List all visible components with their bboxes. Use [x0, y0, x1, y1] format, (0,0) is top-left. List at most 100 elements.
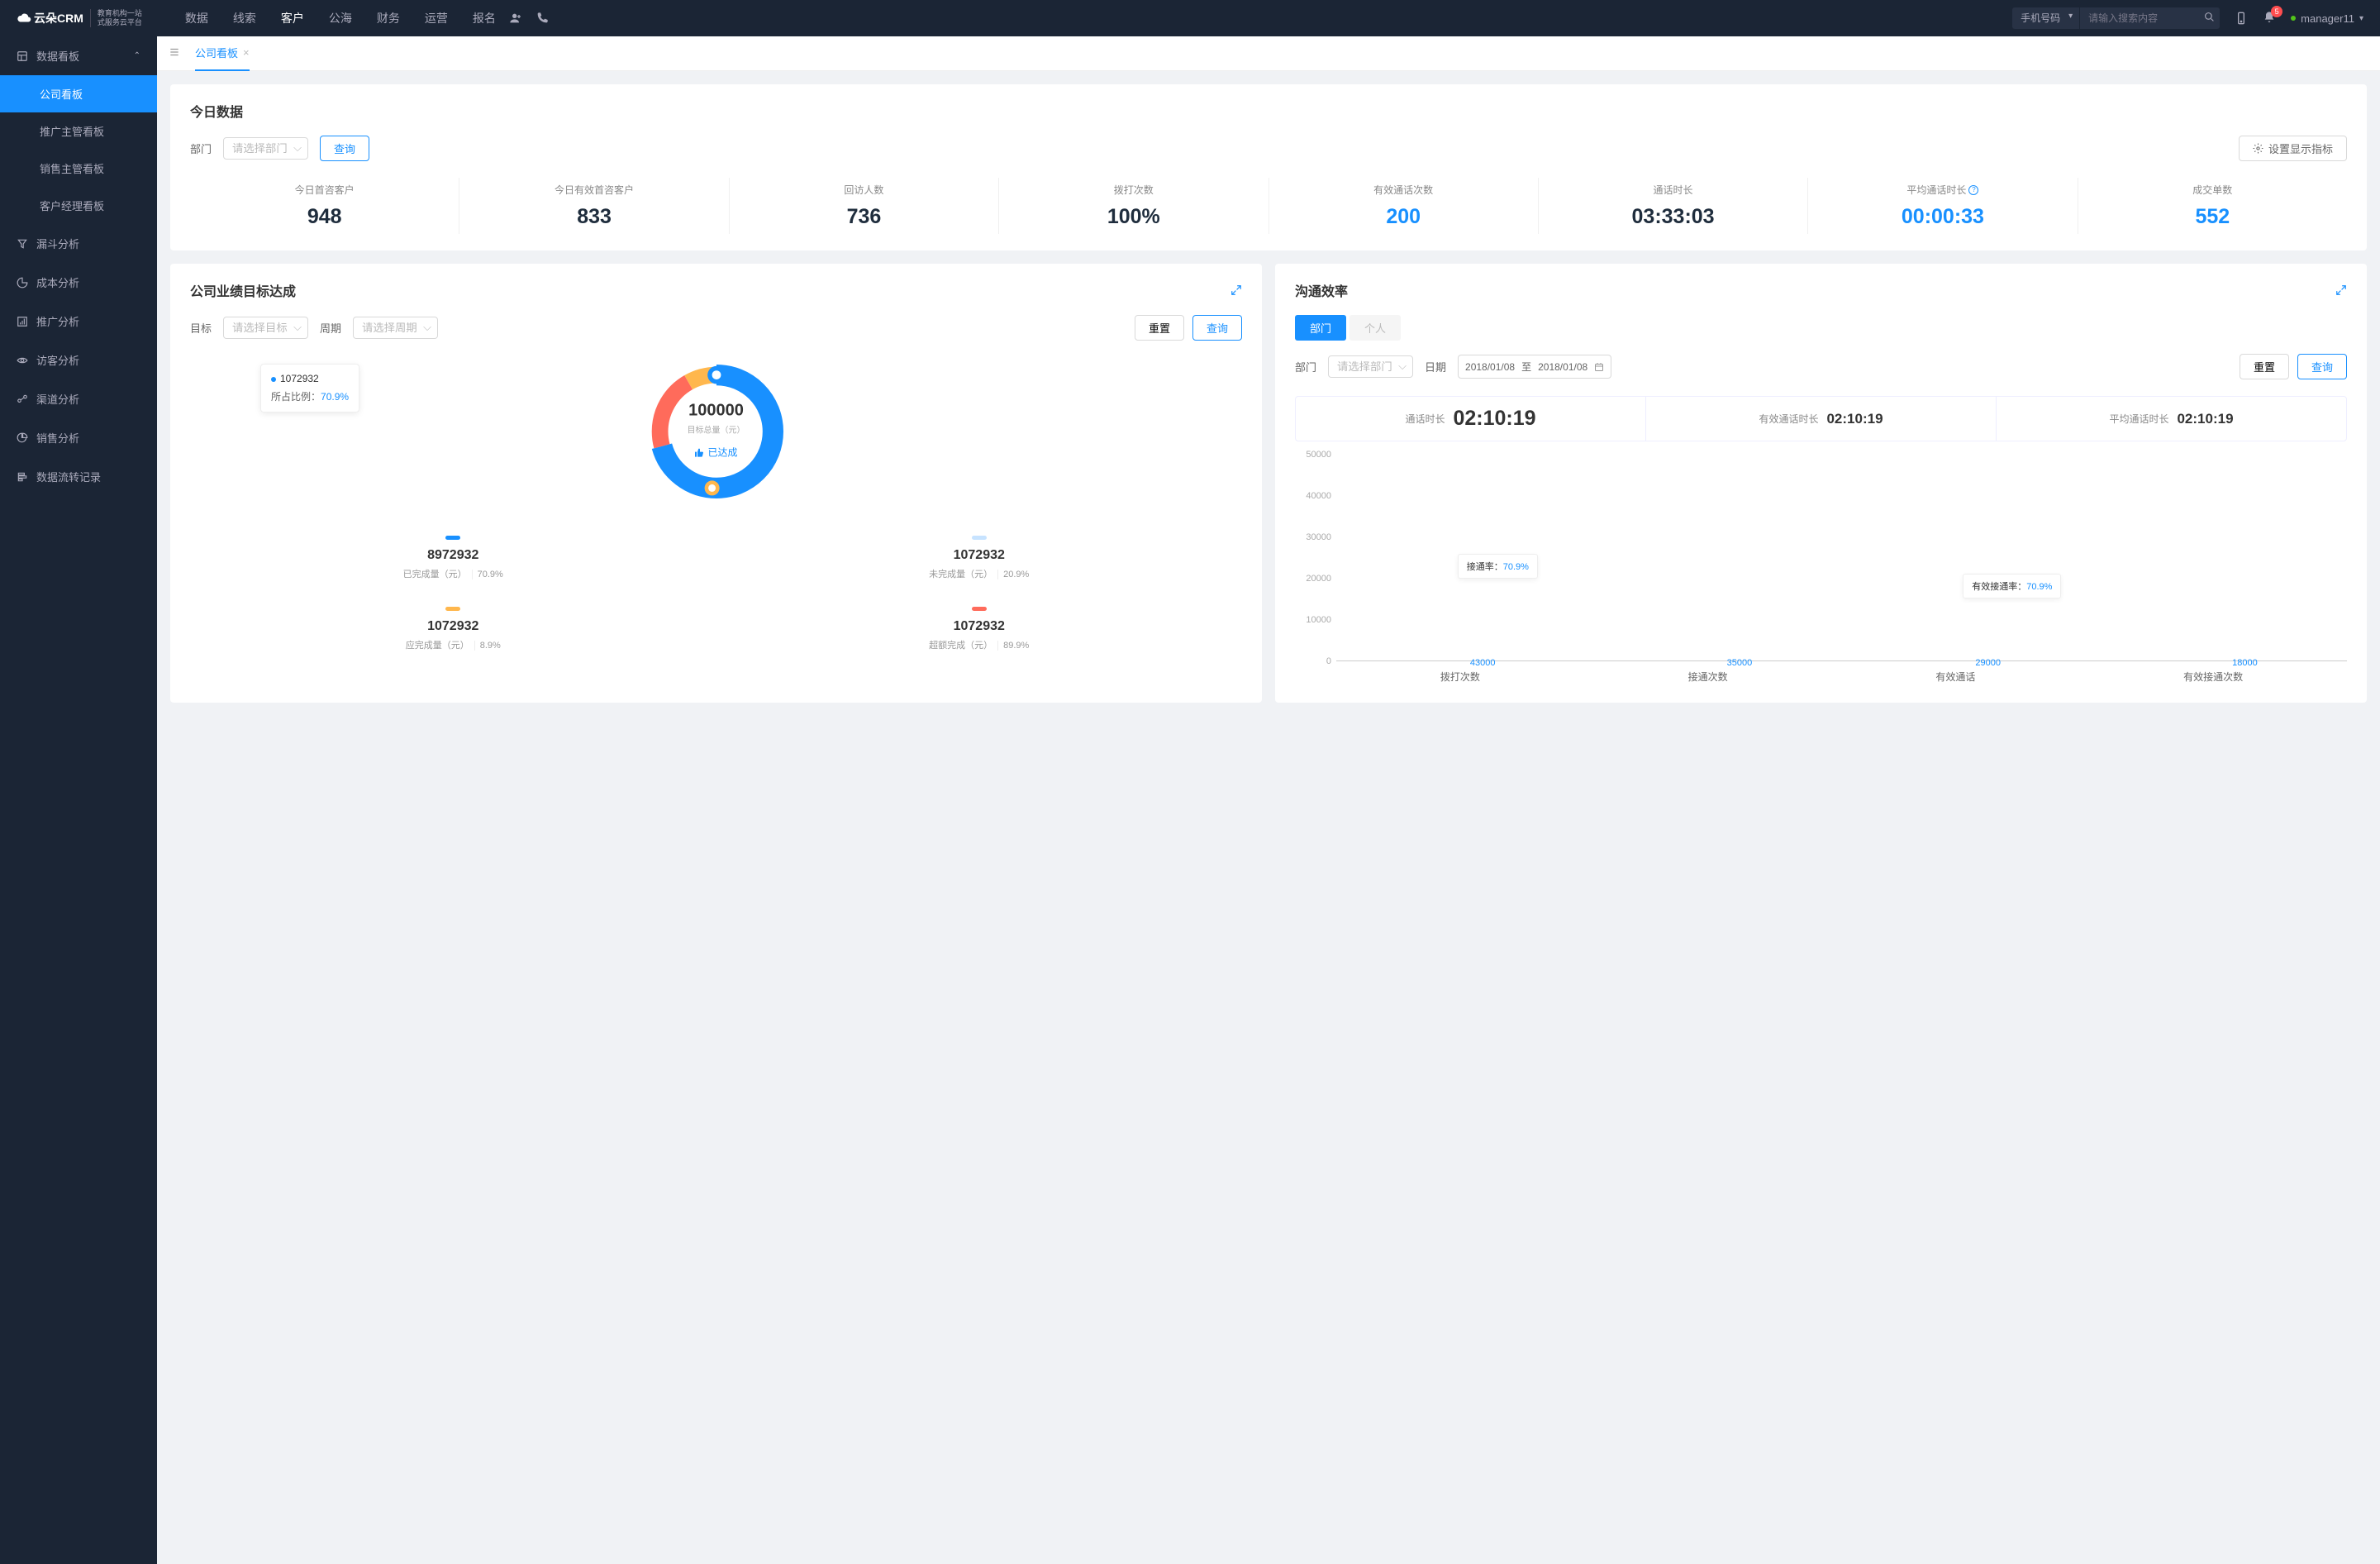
- sidebar-item[interactable]: 漏斗分析: [0, 224, 157, 263]
- dashboard-icon: [17, 50, 28, 62]
- today-title: 今日数据: [190, 101, 2347, 121]
- mobile-icon[interactable]: [2235, 12, 2248, 25]
- comm-query-button[interactable]: 查询: [2297, 354, 2347, 379]
- nav-item[interactable]: 财务: [377, 10, 400, 26]
- stat-item: 回访人数736: [730, 178, 999, 234]
- goal-item-label: 未完成量（元）20.9%: [716, 567, 1243, 580]
- y-tick: 0: [1326, 656, 1331, 666]
- notifications[interactable]: 5: [2263, 11, 2276, 26]
- query-button[interactable]: 查询: [320, 136, 369, 161]
- config-label: 设置显示指标: [2268, 141, 2333, 156]
- kpi-value: 02:10:19: [2177, 411, 2233, 427]
- search-icon[interactable]: [2204, 12, 2215, 25]
- sidebar-item-label: 数据流转记录: [36, 469, 101, 484]
- stat-item: 今日首咨客户948: [190, 178, 459, 234]
- goal-item-value: 1072932: [190, 619, 716, 634]
- sidebar-item-icon: [17, 471, 28, 483]
- comm-filters: 部门 请选择部门 日期 2018/01/08 至 2018/01/08 重置 查…: [1295, 354, 2347, 379]
- goal-reset-button[interactable]: 重置: [1135, 315, 1184, 341]
- sidebar-subitem[interactable]: 公司看板: [0, 75, 157, 112]
- comm-card: 沟通效率 部门 个人 部门 请选择部门 日期 2018/01/08 至: [1275, 264, 2367, 703]
- goal-card: 公司业绩目标达成 目标 请选择目标 周期 请选择周期 重置 查询: [170, 264, 1262, 703]
- kpi-item: 平均通话时长02:10:19: [1997, 397, 2346, 441]
- phone-icon[interactable]: [536, 12, 549, 25]
- logo-text: 云朵CRM: [17, 10, 83, 26]
- tab-bar: 公司看板 ×: [157, 36, 2380, 71]
- sidebar-item-icon: [17, 316, 28, 327]
- sidebar-subitem[interactable]: 销售主管看板: [0, 150, 157, 187]
- bar-value-label: 35000: [1727, 658, 1753, 668]
- date-range-input[interactable]: 2018/01/08 至 2018/01/08: [1458, 355, 1611, 379]
- nav-item[interactable]: 数据: [185, 10, 208, 26]
- goal-query-button[interactable]: 查询: [1192, 315, 1242, 341]
- x-tick: 接通次数: [1688, 670, 1728, 684]
- goal-filters: 目标 请选择目标 周期 请选择周期 重置 查询: [190, 315, 1242, 341]
- comm-dept-label: 部门: [1295, 359, 1316, 374]
- tab-person-button[interactable]: 个人: [1349, 315, 1401, 341]
- user-menu[interactable]: manager11 ▾: [2291, 12, 2363, 25]
- search-category-select[interactable]: 手机号码: [2012, 7, 2079, 29]
- username: manager11: [2301, 12, 2354, 25]
- target-select[interactable]: 请选择目标: [223, 317, 308, 339]
- comm-dept-select[interactable]: 请选择部门: [1328, 355, 1413, 378]
- help-icon[interactable]: ?: [1968, 185, 1978, 195]
- calendar-icon: [1594, 362, 1604, 372]
- tooltip-ratio: 70.9%: [321, 391, 349, 403]
- goal-total-label: 目标总量（元）: [688, 423, 745, 436]
- close-icon[interactable]: ×: [243, 46, 250, 59]
- goal-item-label: 已完成量（元）70.9%: [190, 567, 716, 580]
- y-tick: 50000: [1306, 450, 1331, 460]
- expand-icon[interactable]: [2335, 284, 2347, 296]
- header-right: 手机号码 5 manager11 ▾: [2012, 7, 2363, 29]
- sidebar-item[interactable]: 推广分析: [0, 302, 157, 341]
- dept-select[interactable]: 请选择部门: [223, 137, 308, 160]
- stat-label: 成交单数: [2078, 183, 2347, 197]
- comm-kpis: 通话时长02:10:19有效通话时长02:10:19平均通话时长02:10:19: [1295, 396, 2347, 441]
- sidebar-item[interactable]: 数据流转记录: [0, 457, 157, 496]
- comm-reset-button[interactable]: 重置: [2240, 354, 2289, 379]
- kpi-value: 02:10:19: [1826, 411, 1883, 427]
- logo-subtitle: 教育机构一站 式服务云平台: [90, 9, 142, 27]
- sidebar-item[interactable]: 成本分析: [0, 263, 157, 302]
- config-metrics-button[interactable]: 设置显示指标: [2239, 136, 2347, 161]
- sidebar-group-dashboard[interactable]: 数据看板 ⌃: [0, 36, 157, 75]
- achieved-badge: 已达成: [688, 446, 745, 460]
- y-tick: 20000: [1306, 574, 1331, 584]
- x-tick: 拨打次数: [1440, 670, 1480, 684]
- nav-item[interactable]: 运营: [425, 10, 448, 26]
- nav-item[interactable]: 客户: [281, 10, 304, 26]
- stat-item: 有效通话次数200: [1269, 178, 1539, 234]
- sidebar-subitem[interactable]: 推广主管看板: [0, 112, 157, 150]
- goal-legend-item: 1072932应完成量（元）8.9%: [190, 594, 716, 665]
- kpi-label: 有效通话时长: [1759, 412, 1818, 426]
- today-stats: 今日首咨客户948今日有效首咨客户833回访人数736拨打次数100%有效通话次…: [190, 178, 2347, 234]
- stat-label: 拨打次数: [999, 183, 1268, 197]
- sidebar-item[interactable]: 访客分析: [0, 341, 157, 379]
- dept-label: 部门: [190, 141, 212, 156]
- comm-title: 沟通效率: [1295, 280, 2347, 300]
- nav-item[interactable]: 线索: [233, 10, 256, 26]
- period-select[interactable]: 请选择周期: [353, 317, 438, 339]
- tab-label: 公司看板: [195, 45, 238, 60]
- stat-value: 00:00:33: [1808, 205, 2077, 229]
- sidebar-item-label: 推广分析: [36, 313, 79, 329]
- search-category[interactable]: 手机号码: [2012, 7, 2079, 29]
- today-card: 今日数据 部门 请选择部门 查询 设置显示指标 今日首咨客户948今日有效首咨客…: [170, 84, 2367, 250]
- nav-item[interactable]: 报名: [473, 10, 496, 26]
- tab-menu-icon[interactable]: [169, 46, 180, 60]
- add-user-icon[interactable]: [509, 12, 522, 25]
- goal-legend-item: 8972932已完成量（元）70.9%: [190, 522, 716, 594]
- sidebar-item-label: 成本分析: [36, 274, 79, 290]
- expand-icon[interactable]: [1230, 284, 1242, 296]
- tab-dept-button[interactable]: 部门: [1295, 315, 1346, 341]
- sidebar-subitem[interactable]: 客户经理看板: [0, 187, 157, 224]
- sidebar-item[interactable]: 渠道分析: [0, 379, 157, 418]
- goal-title: 公司业绩目标达成: [190, 280, 1242, 300]
- search-input[interactable]: [2079, 7, 2220, 29]
- sidebar-item[interactable]: 销售分析: [0, 418, 157, 457]
- sidebar-item-icon: [17, 432, 28, 444]
- tab-company-board[interactable]: 公司看板 ×: [195, 36, 250, 71]
- nav-item[interactable]: 公海: [329, 10, 352, 26]
- gear-icon: [2253, 143, 2263, 154]
- today-filters: 部门 请选择部门 查询 设置显示指标: [190, 136, 2347, 161]
